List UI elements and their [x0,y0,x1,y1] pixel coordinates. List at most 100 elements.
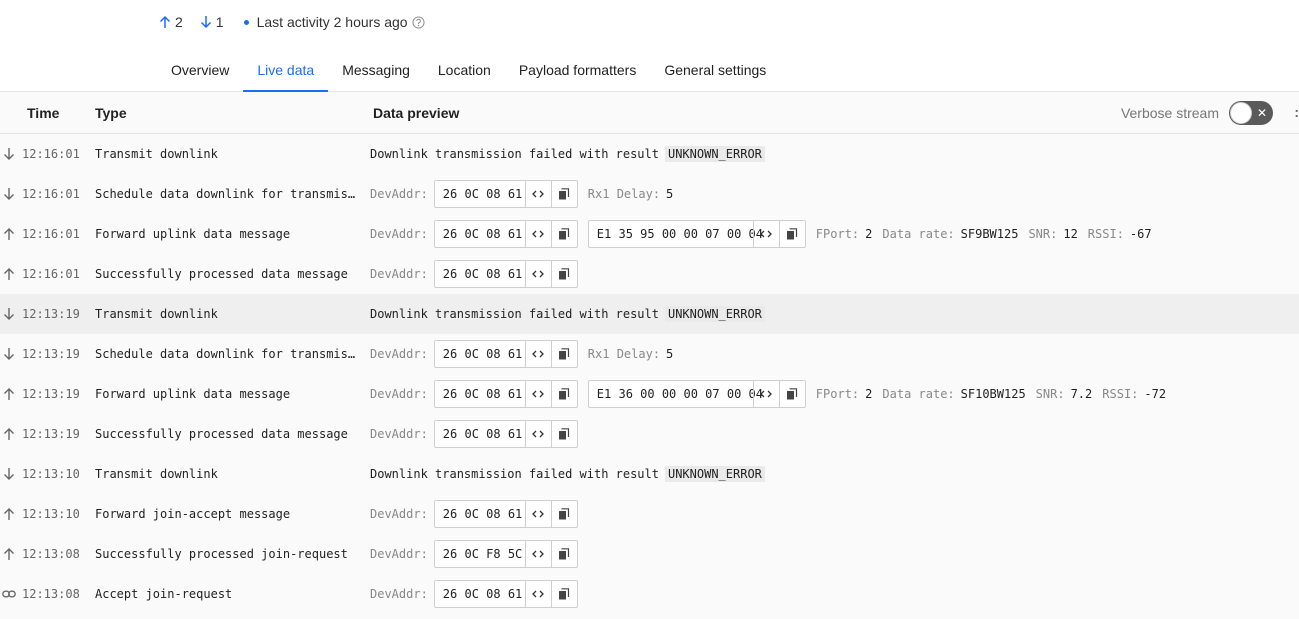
code-icon [532,430,545,438]
overflow-icon[interactable]: : [1294,104,1299,120]
devaddr-field: 26 0C 08 61 [433,380,578,408]
fport-value: 2 [865,387,873,401]
event-type: Transmit downlink [95,147,218,161]
devaddr-label: DevAddr: [370,427,428,441]
devaddr-field: 26 0C 08 61 [433,220,578,248]
activity-stats: 2 1 Last activity 2 hours ago [158,12,425,32]
event-time: 12:13:19 [22,347,80,361]
tab-payload-formatters[interactable]: Payload formatters [505,52,651,92]
code-view-button[interactable] [524,221,551,247]
arrow-down-icon [4,148,14,160]
error-code: UNKNOWN_ERROR [664,146,765,162]
verbose-stream-label: Verbose stream [1120,105,1219,121]
copy-button[interactable] [550,261,577,287]
payload-field-value: E1 36 00 00 00 07 00 04 [596,387,763,401]
event-time: 12:13:10 [22,507,80,521]
event-row[interactable]: 12:16:01 Schedule data downlink for trans… [0,174,1299,214]
arrow-up-icon [4,428,14,440]
code-view-button[interactable] [752,381,779,407]
event-type: Accept join-request [95,587,233,601]
downlink-stat: 1 [199,14,224,30]
data-preview: DevAddr: 26 0C 08 61 [370,414,588,454]
copy-button[interactable] [550,541,577,567]
tab-general-settings[interactable]: General settings [650,52,780,92]
code-view-button[interactable] [524,421,551,447]
code-view-button[interactable] [524,581,551,607]
table-header: Time Type Data preview Verbose stream ✕ … [0,92,1299,134]
arrow-down-icon [200,16,211,29]
copy-icon [559,188,570,200]
event-row[interactable]: 12:13:08 Successfully processed join-requ… [0,534,1299,574]
arrow-up-icon [4,388,14,400]
copy-button[interactable] [550,181,577,207]
verbose-stream-toggle[interactable]: ✕ [1229,101,1273,125]
copy-button[interactable] [778,381,805,407]
copy-button[interactable] [550,581,577,607]
code-view-button[interactable] [524,501,551,527]
code-view-button[interactable] [524,341,551,367]
copy-button[interactable] [778,221,805,247]
code-view-button[interactable] [752,221,779,247]
event-row[interactable]: 12:16:01 Forward uplink data message DevAd… [0,214,1299,254]
device-header: 2 1 Last activity 2 hours ago Overview Li… [0,0,1299,93]
tab-live-data[interactable]: Live data [243,52,329,93]
event-row[interactable]: 12:13:10 Transmit downlink Downlink transm… [0,454,1299,494]
error-code: UNKNOWN_ERROR [664,466,765,482]
arrow-down-icon [4,188,14,200]
rssi-value: -72 [1144,387,1167,401]
code-view-button[interactable] [524,381,551,407]
devaddr-label: DevAddr: [370,507,428,521]
event-row[interactable]: 12:16:01 Transmit downlink Downlink transm… [0,134,1299,174]
rx1-delay-label: Rx1 Delay: [587,187,661,201]
event-row[interactable]: 12:13:19 Successfully processed data mess… [0,414,1299,454]
data-preview: DevAddr: 26 0C F8 5C [370,534,588,574]
copy-icon [559,508,570,520]
payload-field-value: E1 35 95 00 00 07 00 04 [596,227,763,241]
arrow-up-icon [4,508,14,520]
snr-value: 7.2 [1070,387,1093,401]
devaddr-field: 26 0C 08 61 [433,420,578,448]
fport-label: FPort: [815,227,860,241]
event-row[interactable]: 12:13:19 Forward uplink data message DevAd… [0,374,1299,414]
tab-location[interactable]: Location [424,52,505,92]
snr-label: SNR: [1035,387,1065,401]
copy-button[interactable] [550,341,577,367]
code-view-button[interactable] [524,541,551,567]
copy-button[interactable] [550,381,577,407]
data-preview: Downlink transmission failed with result… [370,454,765,494]
data-rate-value: SF9BW125 [960,227,1019,241]
code-view-button[interactable] [524,181,551,207]
devaddr-field-value: 26 0C 08 61 [442,387,523,401]
code-icon [532,230,545,238]
copy-button[interactable] [550,421,577,447]
event-row[interactable]: 12:13:19 Schedule data downlink for trans… [0,334,1299,374]
rssi-label: RSSI: [1087,227,1124,241]
copy-icon [559,348,570,360]
code-icon [532,190,545,198]
event-time: 12:13:19 [22,307,80,321]
column-type: Type [95,105,127,121]
tab-messaging[interactable]: Messaging [328,52,424,92]
event-type: Schedule data downlink for transmission [95,187,357,201]
event-row[interactable]: 12:13:10 Forward join-accept message DevAd… [0,494,1299,534]
rssi-value: -67 [1129,227,1152,241]
event-time: 12:13:08 [22,547,80,561]
copy-button[interactable] [550,221,577,247]
copy-button[interactable] [550,501,577,527]
event-row[interactable]: 12:13:19 Transmit downlink Downlink transm… [0,294,1299,334]
code-view-button[interactable] [524,261,551,287]
event-type: Forward uplink data message [95,227,291,241]
code-icon [532,270,545,278]
column-data-preview: Data preview [373,105,460,121]
code-icon [532,590,545,598]
devaddr-label: DevAddr: [370,547,428,561]
copy-icon [559,388,570,400]
data-preview: Downlink transmission failed with result… [370,134,765,174]
error-code: UNKNOWN_ERROR [664,306,765,322]
snr-label: SNR: [1028,227,1058,241]
toggle-knob [1230,102,1252,124]
help-icon[interactable] [412,15,425,29]
event-row[interactable]: 12:13:08 Accept join-request DevAddr: 26 0C… [0,574,1299,614]
tab-overview[interactable]: Overview [157,52,243,92]
event-row[interactable]: 12:16:01 Successfully processed data mess… [0,254,1299,294]
